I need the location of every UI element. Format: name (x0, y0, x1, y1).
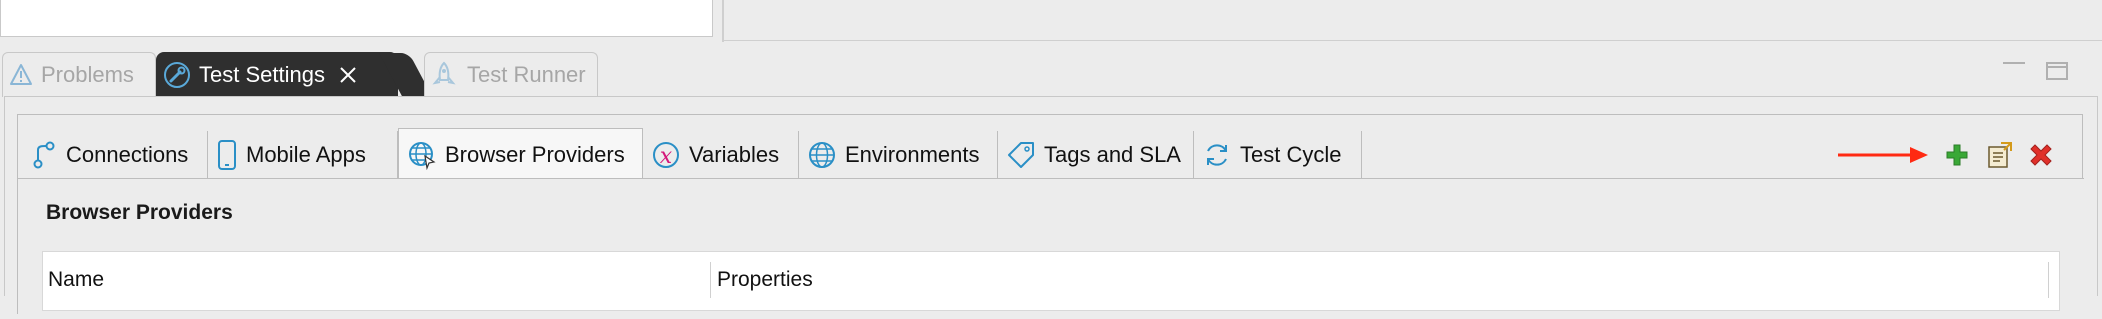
maximize-button[interactable] (2046, 62, 2068, 80)
svg-text:x: x (660, 144, 673, 169)
variable-x-icon: x (651, 140, 681, 170)
tab-environments[interactable]: Environments (799, 131, 998, 178)
green-plus-icon (1944, 142, 1970, 168)
browser-providers-content: Browser Providers Name Properties (18, 179, 2084, 319)
tab-test-cycle-label: Test Cycle (1240, 141, 1342, 167)
tab-test-settings[interactable]: Test Settings (156, 52, 398, 97)
close-icon[interactable] (337, 64, 359, 86)
top-left-pane (0, 0, 713, 37)
tab-test-cycle[interactable]: Test Cycle (1194, 131, 1362, 178)
column-header-properties[interactable]: Properties (717, 268, 813, 292)
column-divider[interactable] (710, 262, 711, 298)
providers-table[interactable]: Name Properties (42, 251, 2060, 311)
tab-test-runner-label: Test Runner (467, 62, 586, 87)
tab-connections-label: Connections (66, 141, 189, 167)
tab-variables-label: Variables (689, 141, 780, 167)
settings-wrench-icon (163, 61, 191, 89)
tab-variables[interactable]: x Variables (643, 131, 799, 178)
delete-button[interactable] (2024, 138, 2058, 172)
tab-tags-and-sla-label: Tags and SLA (1044, 141, 1181, 167)
edit-button[interactable] (1982, 138, 2016, 172)
red-arrow-annotation (1836, 137, 1932, 173)
view-tab-strip: Problems Test Settings Test Runner (0, 52, 2102, 97)
test-settings-view: Connections Mobile Apps Browser Provider… (4, 96, 2098, 319)
settings-editor: Connections Mobile Apps Browser Provider… (17, 114, 2084, 319)
tab-mobile-apps-label: Mobile Apps (246, 141, 366, 167)
tag-icon (1006, 140, 1036, 170)
tab-connections[interactable]: Connections (22, 131, 208, 178)
tab-environments-label: Environments (845, 141, 980, 167)
add-button[interactable] (1940, 138, 1974, 172)
red-x-icon (2027, 141, 2055, 169)
section-title: Browser Providers (46, 201, 233, 224)
cycle-icon (1202, 140, 1232, 170)
tab-problems[interactable]: Problems (2, 52, 156, 97)
tab-mobile-apps[interactable]: Mobile Apps (208, 131, 398, 178)
minimize-button[interactable] (2003, 62, 2025, 65)
tab-test-settings-label: Test Settings (199, 62, 325, 87)
tab-browser-providers-label: Browser Providers (445, 141, 625, 167)
top-area (0, 0, 2102, 42)
pane-border (724, 40, 2102, 41)
connections-icon (30, 140, 58, 170)
tab-browser-providers[interactable]: Browser Providers (398, 128, 643, 180)
tab-problems-label: Problems (41, 62, 134, 87)
tab-tags-and-sla[interactable]: Tags and SLA (998, 131, 1194, 178)
mobile-icon (216, 139, 238, 171)
editor-toolbar (1836, 137, 2058, 173)
rocket-icon (429, 60, 459, 90)
warning-icon (9, 63, 33, 87)
tab-test-runner[interactable]: Test Runner (424, 52, 598, 97)
pane-divider (722, 0, 724, 42)
edit-document-icon (1985, 141, 2013, 169)
globe-cursor-icon (407, 140, 437, 170)
globe-icon (807, 140, 837, 170)
column-header-name[interactable]: Name (48, 268, 104, 292)
column-divider[interactable] (2048, 262, 2049, 298)
